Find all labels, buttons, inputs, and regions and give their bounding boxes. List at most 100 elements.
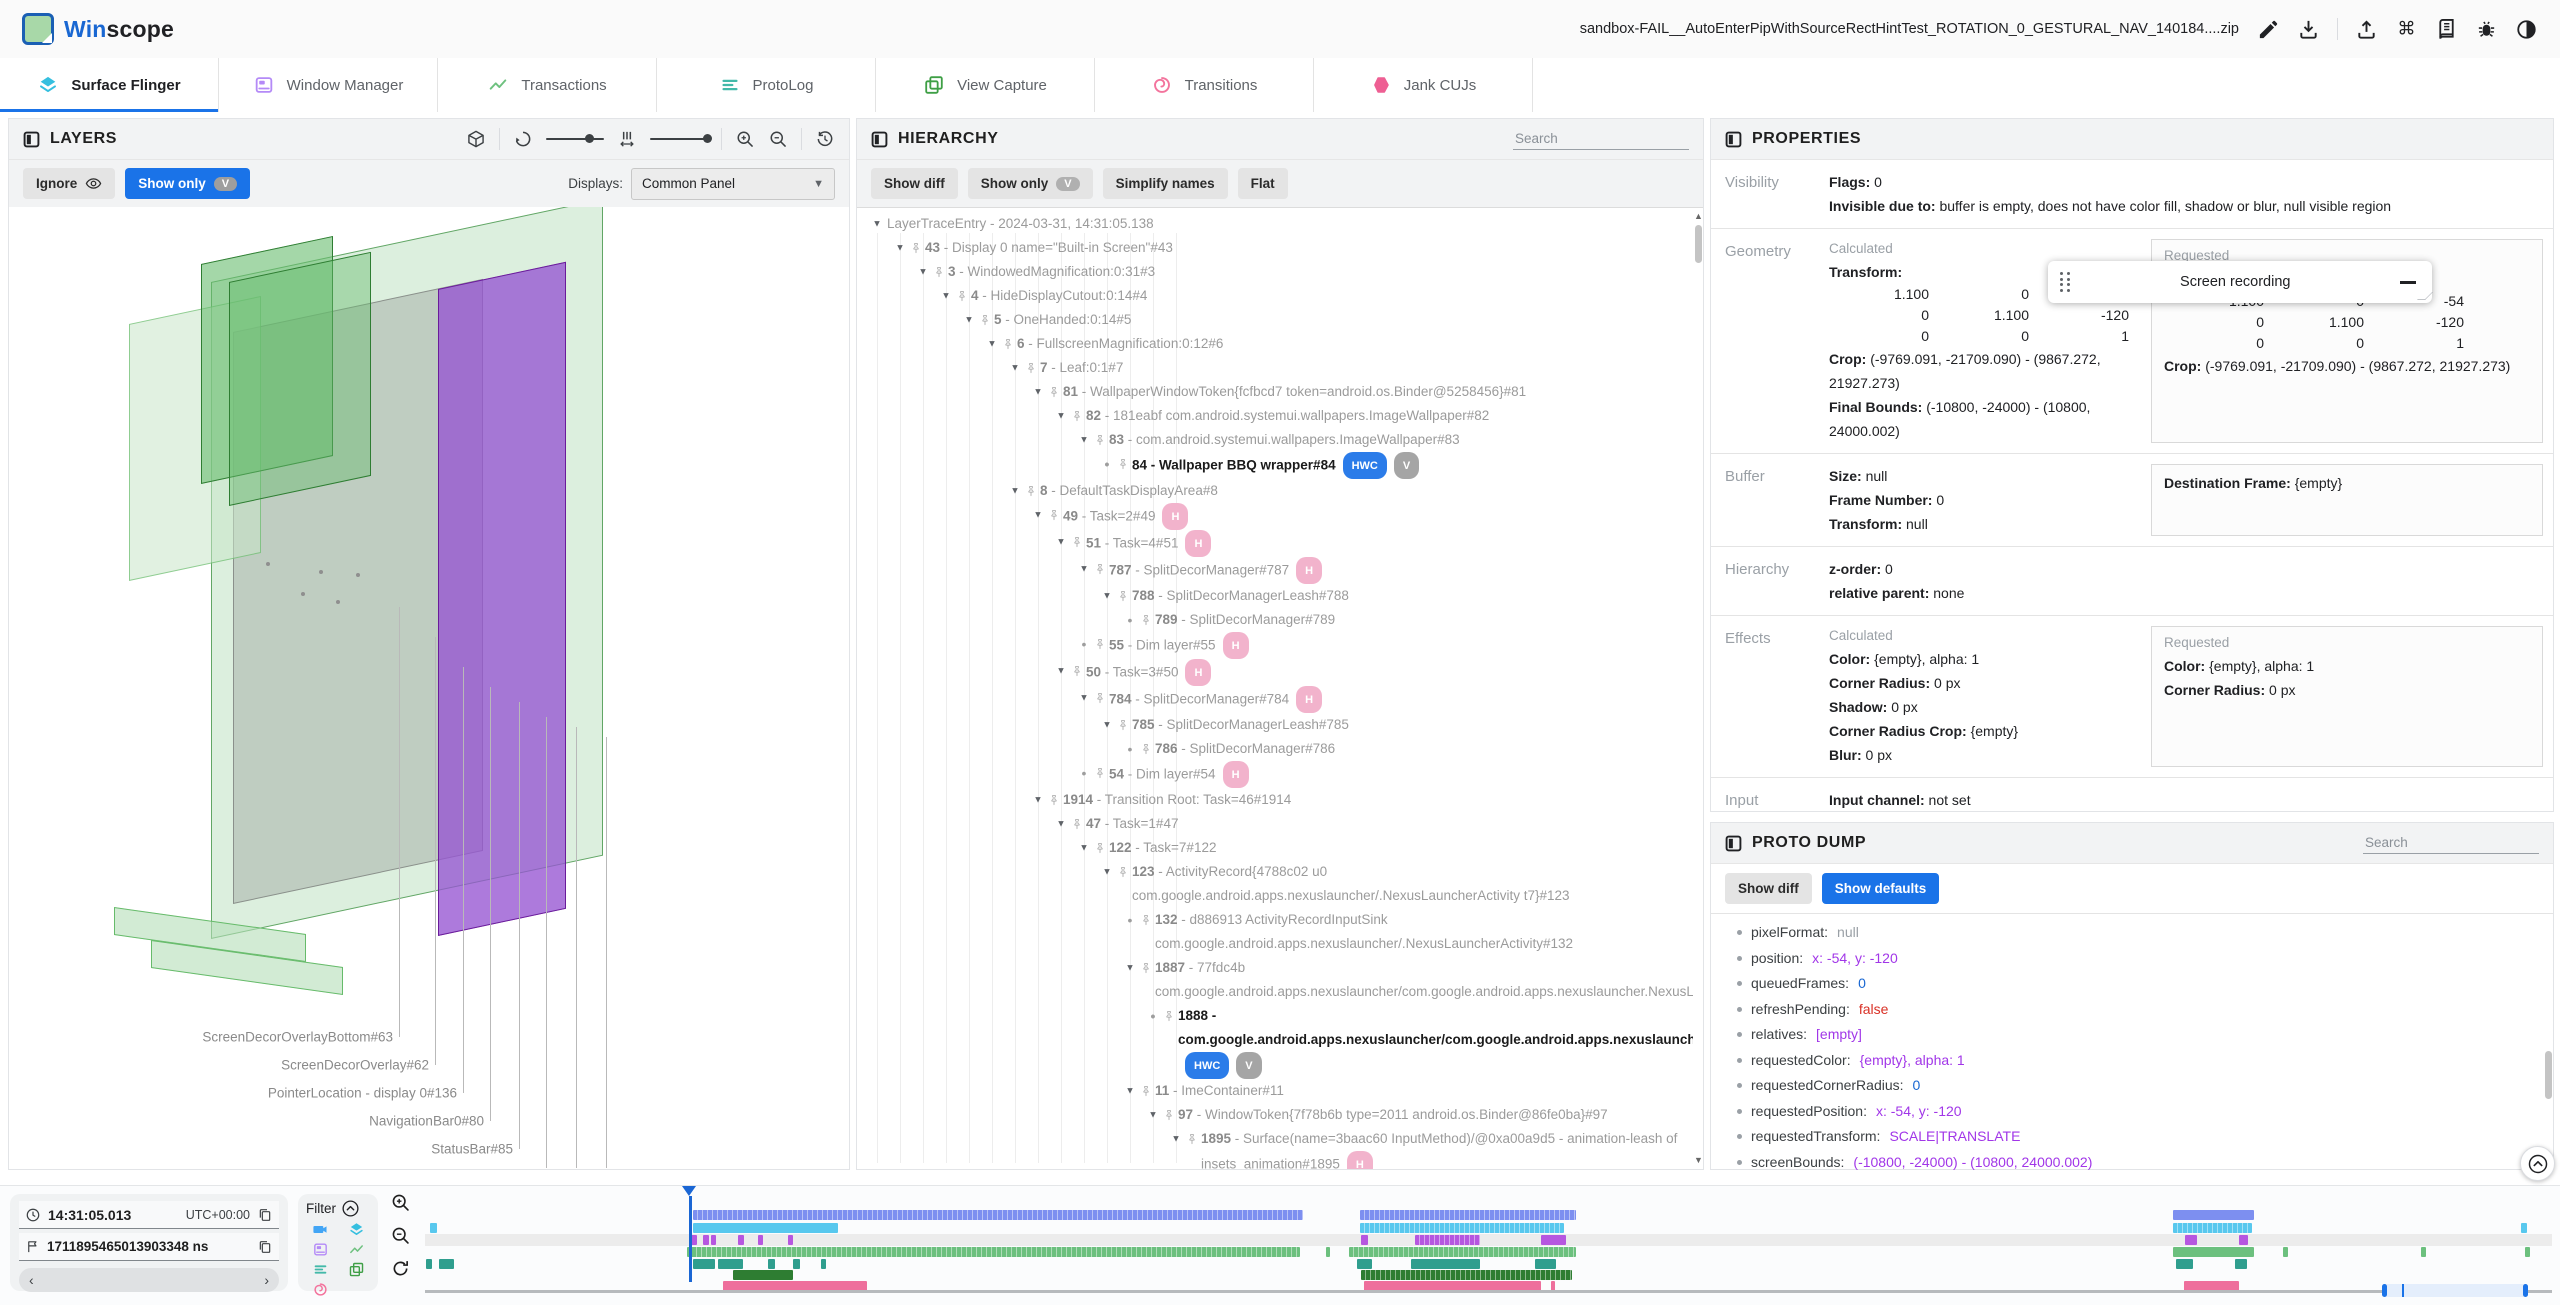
expand-arrow-icon[interactable]: ▼: [939, 286, 953, 306]
tree-node-1914[interactable]: ▼ 1914 - Transition Root: Task=46#1914: [857, 788, 1693, 812]
tree-node-1895[interactable]: ▼ 1895 - Surface(name=3baac60 InputMethod…: [857, 1127, 1693, 1169]
tab-protolog[interactable]: ProtoLog: [657, 58, 876, 112]
expand-arrow-icon[interactable]: ▼: [1054, 661, 1068, 681]
trace-segment-row-purple[interactable]: [711, 1235, 717, 1245]
trace-segment-row-teal[interactable]: [767, 1259, 775, 1269]
layer-label[interactable]: StatusBar#85: [431, 1142, 513, 1157]
pin-icon[interactable]: [1023, 479, 1038, 498]
tree-node-786[interactable]: • 786 - SplitDecorManager#786: [857, 737, 1693, 761]
trace-segment-row-purple[interactable]: [2238, 1235, 2248, 1245]
expand-arrow-icon[interactable]: ▼: [1031, 790, 1045, 810]
pin-icon[interactable]: [1138, 908, 1153, 927]
displays-dropdown[interactable]: Common Panel ▼: [631, 167, 835, 200]
rotate-icon[interactable]: [513, 129, 533, 149]
trace-segment-row-purple[interactable]: [2185, 1235, 2198, 1245]
expand-arrow-icon[interactable]: ▼: [962, 310, 976, 330]
tree-node[interactable]: ▼ LayerTraceEntry - 2024-03-31, 14:31:05.…: [857, 212, 1693, 236]
expand-arrow-icon[interactable]: ▼: [916, 262, 930, 282]
flat-button[interactable]: Flat: [1237, 168, 1288, 199]
tree-node-50[interactable]: ▼ 50 - Task=3#50 H: [857, 659, 1693, 686]
spacing-icon[interactable]: [617, 129, 637, 149]
chart-icon[interactable]: [348, 1241, 365, 1258]
simplify-names-button[interactable]: Simplify names: [1102, 168, 1228, 199]
tree-node-3[interactable]: ▼ 3 - WindowedMagnification:0:31#3: [857, 260, 1693, 284]
trace-segment-row-teal[interactable]: [426, 1259, 433, 1269]
trace-segment-row-darkgreen[interactable]: [1361, 1270, 1573, 1280]
trace-segment-row-purple[interactable]: [757, 1235, 763, 1245]
zoom-in-icon[interactable]: [735, 129, 755, 149]
pin-icon[interactable]: [1046, 503, 1061, 522]
expand-arrow-icon[interactable]: ▼: [1077, 838, 1091, 858]
copy-icon[interactable]: [257, 1207, 273, 1223]
pin-icon[interactable]: [977, 308, 992, 327]
timeline-canvas[interactable]: [425, 1186, 2552, 1298]
pin-icon[interactable]: [1046, 380, 1061, 399]
proto-row-requestedColor[interactable]: requestedColor: {empty}, alpha: 1: [1737, 1048, 2553, 1074]
timeline-cursor[interactable]: [689, 1196, 692, 1282]
trace-segment-row-teal[interactable]: [2176, 1259, 2194, 1269]
proto-row-requestedPosition[interactable]: requestedPosition: x: -54, y: -120: [1737, 1099, 2553, 1125]
pin-icon[interactable]: [1115, 713, 1130, 732]
slider-control[interactable]: [546, 134, 604, 143]
timeline-scroll-track[interactable]: [425, 1290, 2552, 1293]
download-icon[interactable]: [2297, 18, 2320, 41]
zoom-in-icon[interactable]: [390, 1192, 411, 1213]
trace-segment-row-purple[interactable]: [787, 1235, 793, 1245]
pin-icon[interactable]: [1138, 737, 1153, 756]
expand-arrow-icon[interactable]: ▼: [1054, 532, 1068, 552]
expand-arrow-icon[interactable]: ▼: [1077, 430, 1091, 450]
expand-arrow-icon[interactable]: ▼: [1100, 862, 1114, 882]
show-only-button[interactable]: Show only V: [967, 168, 1093, 199]
expand-arrow-icon[interactable]: ▼: [1169, 1129, 1183, 1149]
trace-segment-row-teal[interactable]: [1357, 1259, 1373, 1269]
pencil-icon[interactable]: [2257, 18, 2280, 41]
show-only-button[interactable]: Show only V: [125, 168, 251, 199]
tree-node-82[interactable]: ▼ 82 - 181eabf com.android.systemui.wallp…: [857, 404, 1693, 428]
lines-icon[interactable]: [312, 1261, 329, 1278]
collapse-panel-icon[interactable]: [1725, 835, 1742, 852]
trace-segment-row-purple[interactable]: [738, 1235, 745, 1245]
pin-icon[interactable]: [1092, 632, 1107, 651]
tree-node-49[interactable]: ▼ 49 - Task=2#49 H: [857, 503, 1693, 530]
pin-icon[interactable]: [1184, 1127, 1199, 1146]
tree-node-788[interactable]: ▼ 788 - SplitDecorManagerLeash#788: [857, 584, 1693, 608]
expand-arrow-icon[interactable]: ▼: [1031, 382, 1045, 402]
trace-segment-row-purple[interactable]: [1361, 1235, 1369, 1245]
prev-frame-button[interactable]: ‹: [29, 1272, 34, 1288]
expand-arrow-icon[interactable]: ▼: [1100, 715, 1114, 735]
expand-arrow-icon[interactable]: ▼: [893, 238, 907, 258]
hierarchy-scrollbar[interactable]: ▲ ▼: [1694, 211, 1703, 1165]
trace-segment-row-green[interactable]: [687, 1247, 1300, 1257]
expand-arrow-icon[interactable]: ▼: [1100, 586, 1114, 606]
pin-icon[interactable]: [1092, 761, 1107, 780]
window-icon[interactable]: [312, 1241, 329, 1258]
chevron-up-circle-icon[interactable]: [341, 1199, 360, 1218]
hierarchy-search-input[interactable]: [1513, 128, 1689, 150]
tab-jank-cujs[interactable]: Jank CUJs: [1314, 58, 1533, 112]
pin-icon[interactable]: [1069, 530, 1084, 549]
trace-segment-row-teal[interactable]: [792, 1259, 800, 1269]
copy-icon[interactable]: [257, 1239, 273, 1255]
tree-node-54[interactable]: • 54 - Dim layer#54 H: [857, 761, 1693, 788]
collapse-panel-icon[interactable]: [871, 131, 888, 148]
pin-icon[interactable]: [1092, 428, 1107, 447]
zoom-out-icon[interactable]: [768, 129, 788, 149]
trace-segment-row-green[interactable]: [2282, 1247, 2288, 1257]
pin-icon[interactable]: [1000, 332, 1015, 351]
pin-icon[interactable]: [1115, 452, 1130, 471]
tree-node-789[interactable]: • 789 - SplitDecorManager#789: [857, 608, 1693, 632]
slider-control[interactable]: [650, 134, 712, 143]
expand-arrow-icon[interactable]: ▼: [1008, 481, 1022, 501]
proto-scrollbar[interactable]: [2544, 923, 2553, 1165]
ignore-button[interactable]: Ignore: [23, 168, 116, 199]
pin-icon[interactable]: [1138, 608, 1153, 627]
pin-icon[interactable]: [1138, 1079, 1153, 1098]
command-icon[interactable]: ⌘: [2395, 18, 2418, 41]
proto-row-requestedTransform[interactable]: requestedTransform: SCALE|TRANSLATE: [1737, 1124, 2553, 1150]
tree-node-11[interactable]: ▼ 11 - ImeContainer#11: [857, 1079, 1693, 1103]
show-diff-button[interactable]: Show diff: [871, 168, 958, 199]
tree-node-84[interactable]: • 84 - Wallpaper BBQ wrapper#84 HWC V: [857, 452, 1693, 479]
refresh-icon[interactable]: [390, 1258, 411, 1279]
trace-segment-row-teal[interactable]: [1535, 1259, 1557, 1269]
tab-surface-flinger[interactable]: Surface Flinger: [0, 58, 219, 112]
